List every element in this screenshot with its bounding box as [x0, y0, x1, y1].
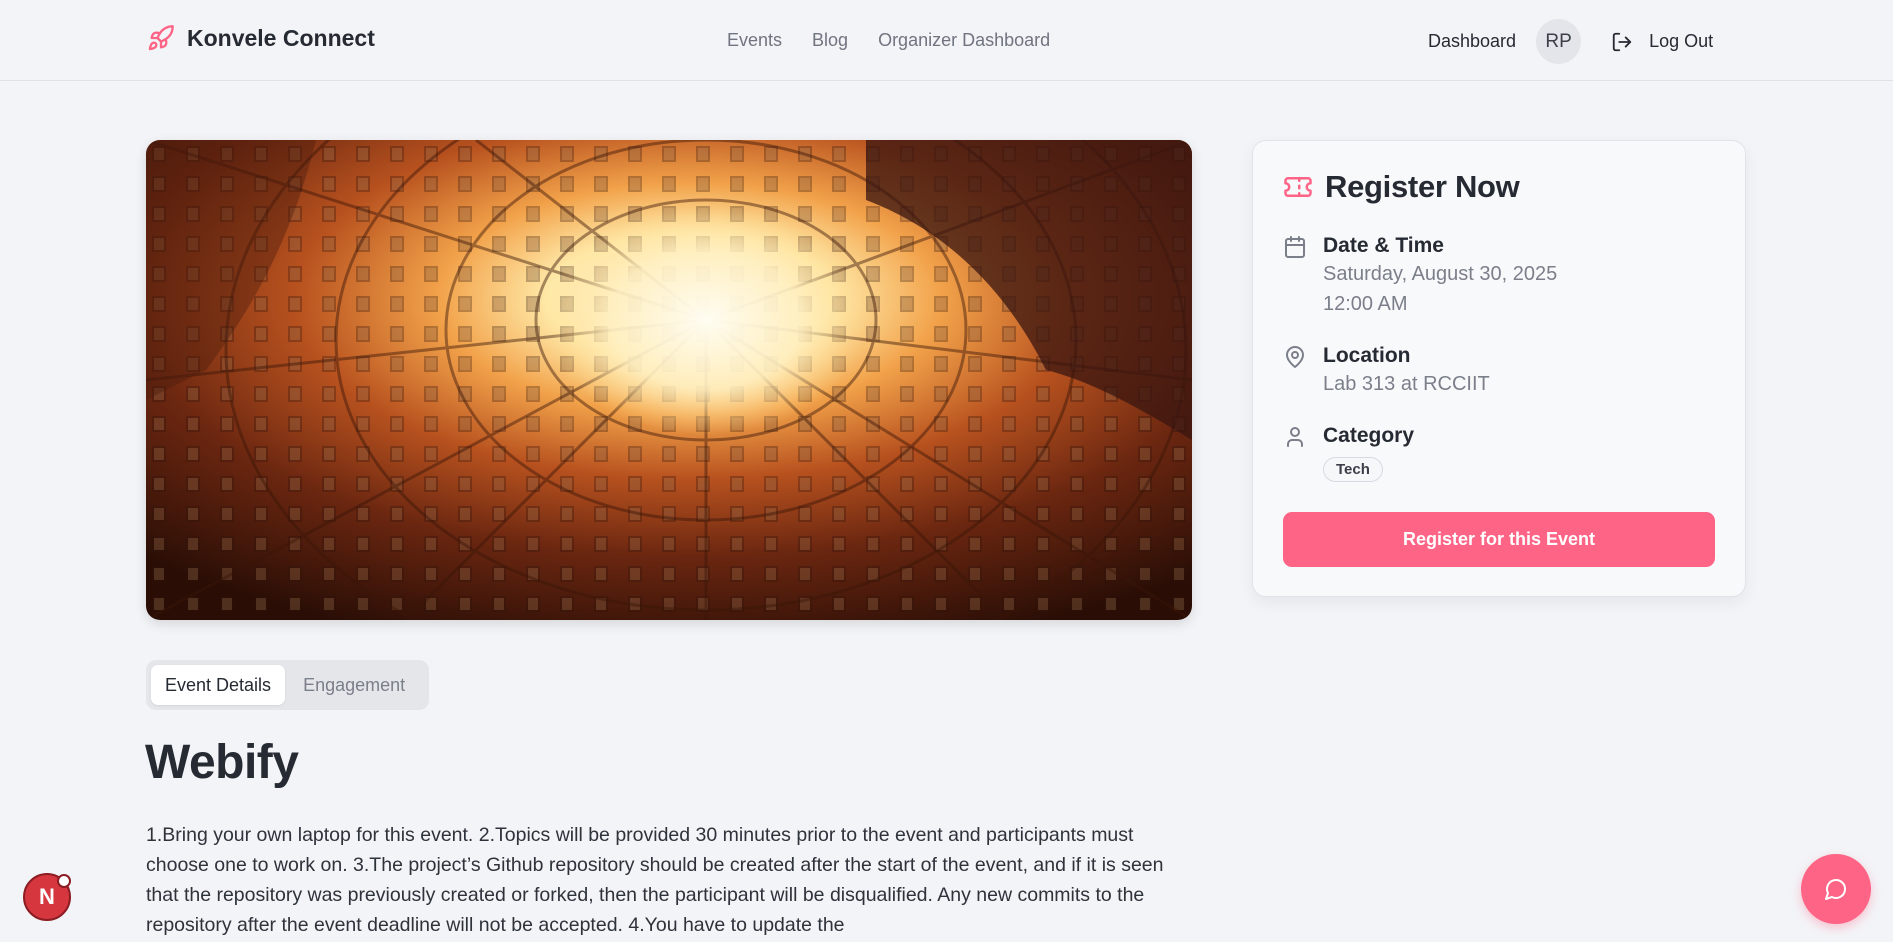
nav-events[interactable]: Events [727, 30, 782, 51]
user-nav: Dashboard RP Log Out [1428, 19, 1713, 64]
chat-bubble-icon [1825, 879, 1846, 900]
logout-label: Log Out [1649, 31, 1714, 51]
event-cover-image [146, 140, 1192, 620]
tab-engagement[interactable]: Engagement [289, 665, 419, 705]
date-time-label: Date & Time [1323, 234, 1444, 257]
user-icon [1287, 427, 1303, 447]
logout-icon [1612, 32, 1632, 51]
brand-name: Konvele Connect [187, 24, 375, 51]
chat-button[interactable] [1801, 854, 1871, 924]
map-pin-icon [1286, 346, 1304, 368]
location-section: Location Lab 313 at RCCIIT [1283, 343, 1490, 399]
nav-dashboard[interactable]: Dashboard [1428, 31, 1516, 52]
nav-blog[interactable]: Blog [812, 30, 848, 51]
register-card-header: Register Now [1283, 169, 1520, 205]
register-card: Register Now Date & Time Saturday, Augus… [1252, 140, 1746, 597]
event-description: 1.Bring your own laptop for this event. … [146, 824, 1164, 936]
tab-event-details[interactable]: Event Details [151, 665, 286, 705]
category-section: Category Tech [1283, 423, 1414, 482]
category-label: Category [1323, 424, 1415, 447]
event-location: Lab 313 at RCCIIT [1323, 373, 1490, 395]
ticket-icon [1284, 177, 1312, 197]
event-date: Saturday, August 30, 2025 [1323, 263, 1558, 285]
top-navbar: Konvele Connect Events Blog Organizer Da… [0, 0, 1893, 81]
date-time-section: Date & Time Saturday, August 30, 2025 12… [1283, 233, 1557, 319]
main-nav: Events Blog Organizer Dashboard [727, 30, 1050, 51]
avatar[interactable]: RP [1536, 19, 1582, 64]
logout-button[interactable]: Log Out [1611, 31, 1713, 53]
register-card-title: Register Now [1325, 169, 1520, 204]
rocket-icon [148, 25, 174, 51]
event-tabs: Event Details Engagement [146, 660, 429, 710]
location-label: Location [1323, 344, 1411, 367]
category-badge: Tech [1323, 457, 1383, 482]
nav-organizer-dashboard[interactable]: Organizer Dashboard [878, 30, 1050, 51]
event-title: Webify [145, 736, 299, 789]
dev-tools-indicator [57, 874, 71, 888]
event-time: 12:00 AM [1323, 293, 1408, 315]
brand-link[interactable]: Konvele Connect [147, 24, 375, 52]
register-button[interactable]: Register for this Event [1283, 512, 1715, 567]
calendar-icon [1285, 236, 1305, 258]
